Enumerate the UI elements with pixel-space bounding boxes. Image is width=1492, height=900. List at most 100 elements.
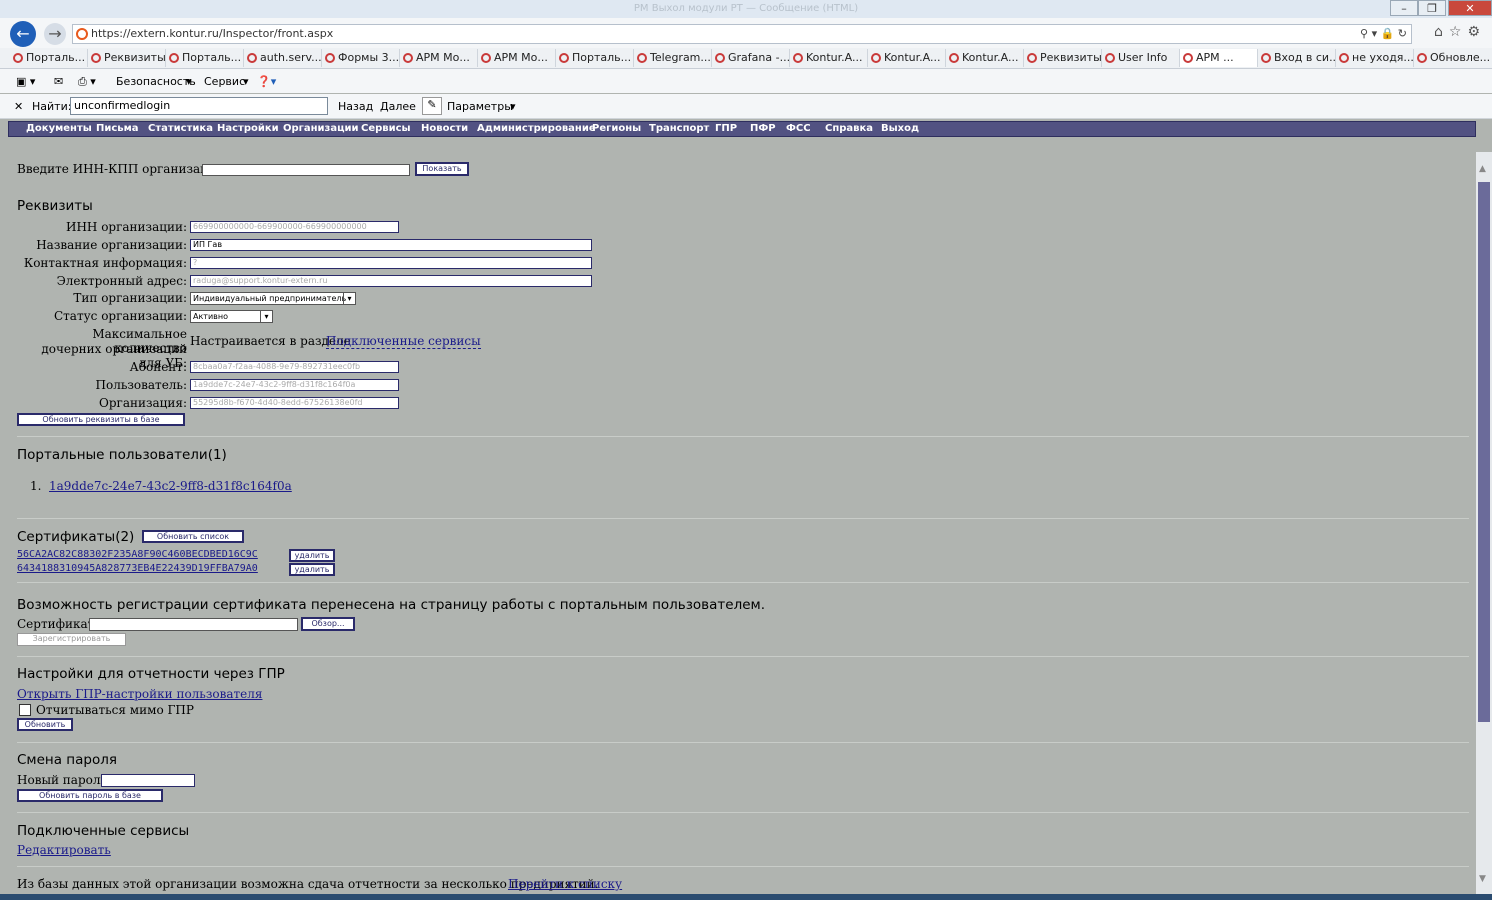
browser-tab[interactable]: Обновле... [1414, 49, 1492, 67]
close-window-button[interactable]: ✕ [1448, 0, 1492, 16]
browser-tab[interactable]: User Info [1102, 49, 1180, 67]
forward-arrow-icon[interactable]: → [44, 23, 66, 45]
portal-user-link[interactable]: 1a9dde7c-24e7-43c2-9ff8-d31f8c164f0a [49, 479, 292, 493]
maximize-button[interactable]: ❐ [1418, 0, 1446, 16]
menu-item[interactable]: ГПР [715, 123, 737, 134]
find-params-button[interactable]: Параметры [447, 100, 513, 113]
menu-item[interactable]: Справка [825, 123, 873, 134]
browser-tab[interactable]: Вход в си... [1258, 49, 1336, 67]
menu-item[interactable]: Организации [283, 123, 359, 134]
highlight-icon[interactable]: ✎ [422, 97, 442, 115]
menu-item[interactable]: Регионы [592, 123, 641, 134]
org-name-field[interactable]: ИП Гав [190, 239, 592, 251]
organization-label: Организация: [99, 396, 187, 410]
scroll-up-icon[interactable]: ▲ [1479, 164, 1489, 174]
menu-item[interactable]: Настройки [217, 123, 279, 134]
certificate-label: Сертификат: [17, 617, 99, 631]
contact-field[interactable]: ? [190, 257, 592, 269]
service-menu[interactable]: Сервис [204, 75, 245, 88]
tab-label: Grafana -... [728, 51, 790, 64]
mail-icon[interactable]: ✉ [54, 75, 63, 88]
help-icon[interactable]: ❓▾ [257, 75, 276, 88]
close-find-icon[interactable]: ✕ [14, 100, 23, 113]
inn-field[interactable]: 669900000000-669900000-669900000000 [190, 221, 399, 233]
gpr-settings-link[interactable]: Открыть ГПР-настройки пользователя [17, 687, 262, 701]
address-bar[interactable]: https://extern.kontur.ru/Inspector/front… [72, 24, 1412, 44]
menu-item[interactable]: ПФР [750, 123, 776, 134]
print-icon[interactable]: ⎙ ▾ [78, 75, 96, 89]
find-label: Найти: [32, 100, 72, 113]
certificate-file-input[interactable] [89, 618, 298, 631]
security-chevron-icon: ▾ [186, 75, 192, 88]
browser-tab[interactable]: Реквизиты [1024, 49, 1102, 67]
delete-certificate-button[interactable]: удалить [289, 549, 335, 562]
minimize-button[interactable]: – [1390, 0, 1418, 16]
abonent-field[interactable]: 8cbaa0a7-f2aa-4088-9e79-892731eec0fb [190, 361, 399, 373]
find-next-button[interactable]: Далее [380, 100, 416, 113]
browser-tab[interactable]: Kontur.A... [790, 49, 868, 67]
abonent-label: Абонент: [129, 360, 187, 374]
back-arrow-icon[interactable]: ← [10, 21, 36, 47]
address-controls[interactable]: ⚲ ▾ 🔒 ↻ [1360, 25, 1407, 43]
go-to-list-link[interactable]: Перейти к списку [508, 877, 622, 891]
browser-tab[interactable]: Формы 3... [322, 49, 400, 67]
register-button[interactable]: Зарегистрировать [17, 633, 126, 646]
browse-button[interactable]: Обзор... [301, 617, 355, 631]
vertical-scrollbar[interactable]: ▲ ▼ [1476, 152, 1492, 900]
browser-tab[interactable]: Порталь... [166, 49, 244, 67]
tab-favicon-icon [637, 53, 647, 63]
browser-tab[interactable]: АРМ Мо... [478, 49, 556, 67]
menu-item[interactable]: Новости [421, 123, 468, 134]
security-menu[interactable]: Безопасность [116, 75, 196, 88]
browser-tab[interactable]: Порталь... [10, 49, 88, 67]
menu-item[interactable]: Выход [881, 123, 919, 134]
connected-services-link[interactable]: Подключенные сервисы [326, 334, 481, 349]
new-password-input[interactable] [101, 774, 195, 787]
rss-icon[interactable]: ▣ ▾ [16, 75, 35, 88]
browser-tab[interactable]: АРМ ... [1180, 49, 1258, 67]
toolbar-icons[interactable]: ⌂☆⚙ [1434, 24, 1486, 40]
edit-services-link[interactable]: Редактировать [17, 843, 111, 857]
user-label: Пользователь: [95, 378, 187, 392]
address-row: ← → https://extern.kontur.ru/Inspector/f… [0, 18, 1492, 48]
command-bar: ▣ ▾ ✉ ⎙ ▾ Безопасность ▾ Сервис ▾ ❓▾ [0, 69, 1492, 93]
menu-item[interactable]: Статистика [148, 123, 213, 134]
find-back-button[interactable]: Назад [338, 100, 373, 113]
bypass-gpr-checkbox[interactable] [19, 704, 31, 716]
organization-field[interactable]: 55295d8b-f670-4d40-8edd-67526138e0fd [190, 397, 399, 409]
org-status-select[interactable]: Активно ▾ [190, 310, 273, 323]
menu-item[interactable]: Транспорт [649, 123, 709, 134]
refresh-certificates-button[interactable]: Обновить список [142, 530, 244, 543]
certificate-link[interactable]: 6434188310945A828773EB4E22439D19FFBA79A0 [17, 563, 258, 574]
delete-certificate-button[interactable]: удалить [289, 563, 335, 576]
menu-item[interactable]: Документы [26, 123, 92, 134]
browser-tab[interactable]: не уходя... [1336, 49, 1414, 67]
menu-item[interactable]: Письма [96, 123, 139, 134]
browser-tab[interactable]: Kontur.A... [868, 49, 946, 67]
user-field[interactable]: 1a9dde7c-24e7-43c2-9ff8-d31f8c164f0a [190, 379, 399, 391]
org-type-select[interactable]: Индивидуальный предприниматель ▾ [190, 292, 356, 305]
show-button[interactable]: Показать [415, 162, 469, 176]
email-field[interactable]: raduga@support.kontur-extern.ru [190, 275, 592, 287]
certificate-link[interactable]: 56CA2AC82C88302F235A8F90C460BECDBED16C9C [17, 549, 258, 560]
browser-tab[interactable]: auth.serv... [244, 49, 322, 67]
find-input[interactable]: unconfirmedlogin [70, 97, 328, 115]
browser-tab[interactable]: Telegram... [634, 49, 712, 67]
menu-item[interactable]: Сервисы [361, 123, 411, 134]
scrollbar-thumb[interactable] [1478, 182, 1490, 722]
update-password-button[interactable]: Обновить пароль в базе [17, 789, 163, 802]
divider [17, 866, 1469, 867]
menu-item[interactable]: ФСС [786, 123, 811, 134]
scroll-down-icon[interactable]: ▼ [1479, 874, 1489, 884]
browser-tab[interactable]: Kontur.A... [946, 49, 1024, 67]
update-requisites-button[interactable]: Обновить реквизиты в базе [17, 413, 185, 426]
browser-tab[interactable]: Реквизиты [88, 49, 166, 67]
params-chevron-icon: ▾ [510, 100, 516, 113]
org-type-value: Индивидуальный предприниматель [193, 294, 347, 303]
browser-tab[interactable]: Grafana -... [712, 49, 790, 67]
browser-tab[interactable]: АРМ Мо... [400, 49, 478, 67]
gpr-update-button[interactable]: Обновить [17, 718, 73, 731]
menu-item[interactable]: Администрирование [477, 123, 596, 134]
browser-tab[interactable]: Порталь... [556, 49, 634, 67]
inn-search-input[interactable] [202, 164, 410, 176]
